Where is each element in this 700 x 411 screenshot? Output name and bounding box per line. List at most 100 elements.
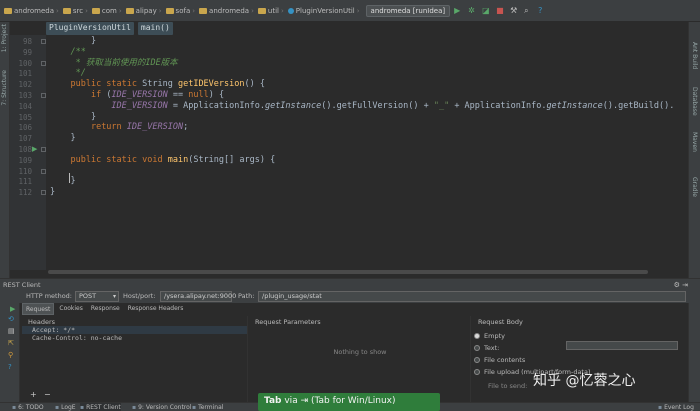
body-option-text[interactable]: Text: bbox=[474, 344, 499, 352]
statusbar-item[interactable]: ▪ REST Client bbox=[80, 403, 121, 411]
fold-icon[interactable] bbox=[41, 93, 46, 98]
help-icon[interactable]: ? bbox=[8, 363, 12, 371]
left-tab[interactable]: 7: Structure bbox=[1, 70, 8, 106]
code-line[interactable]: } bbox=[50, 133, 75, 143]
right-tab[interactable]: Database bbox=[691, 87, 698, 116]
run-icon[interactable]: ▶ bbox=[454, 6, 464, 16]
tab-response[interactable]: Response bbox=[88, 303, 123, 315]
debug-icon[interactable]: ✲ bbox=[468, 6, 478, 16]
header-line[interactable]: Accept: */* bbox=[22, 326, 247, 334]
code-line[interactable]: /** bbox=[50, 46, 86, 57]
build-icon[interactable]: ⚒ bbox=[510, 6, 520, 16]
run-config-select[interactable]: andromeda [runIdea] bbox=[365, 4, 451, 17]
path-input[interactable]: /plugin_usage/stat bbox=[258, 291, 686, 302]
toolbar-crumb[interactable]: util bbox=[257, 7, 279, 15]
back-icon[interactable]: ⟲ bbox=[8, 315, 14, 323]
statusbar-item[interactable]: ▪ 9: Version Control bbox=[132, 403, 191, 411]
code-token: getInstance bbox=[546, 100, 603, 111]
code-line[interactable]: } bbox=[50, 36, 96, 46]
history-icon[interactable]: ▤ bbox=[8, 327, 15, 335]
code-token: main bbox=[167, 154, 189, 165]
code-line[interactable]: * 获取当前使用的IDE版本 bbox=[50, 58, 178, 68]
rest-client-header: REST Client ⚙ ⇥ bbox=[0, 278, 700, 290]
line-number: 109 bbox=[18, 155, 32, 165]
statusbar-item[interactable]: ▪ Event Log bbox=[658, 403, 694, 411]
host-input[interactable]: /ysera.alipay.net:9000 bbox=[160, 291, 236, 302]
path-label: Path: bbox=[238, 292, 255, 300]
toolbar-crumb[interactable]: PluginVersionUtil bbox=[287, 7, 355, 15]
body-option-file[interactable]: File contents bbox=[474, 356, 525, 364]
crumb-class[interactable]: PluginVersionUtil bbox=[46, 22, 134, 35]
run-gutter-icon[interactable]: ▶ bbox=[32, 145, 37, 153]
filter-icon[interactable]: ⚲ bbox=[8, 351, 13, 359]
fold-icon[interactable] bbox=[41, 168, 46, 174]
stop-icon[interactable]: ■ bbox=[496, 6, 506, 16]
code-line[interactable]: */ bbox=[50, 68, 86, 78]
folder-icon bbox=[62, 7, 71, 14]
code-line[interactable]: } bbox=[50, 187, 55, 197]
crumb-label: sofa bbox=[175, 6, 191, 15]
export-icon[interactable]: ⇱ bbox=[8, 339, 14, 347]
line-number: 104 bbox=[18, 101, 32, 111]
tab-response-headers[interactable]: Response Headers bbox=[125, 303, 187, 315]
code-line[interactable]: public static String getIDEVersion() { bbox=[50, 79, 265, 89]
code-line[interactable]: public static void main(String[] args) { bbox=[50, 155, 275, 165]
search-icon[interactable]: ⌕ bbox=[524, 6, 534, 16]
toolbar-crumb[interactable]: com bbox=[91, 7, 117, 15]
code-token: /** bbox=[70, 46, 86, 57]
tab-cookies[interactable]: Cookies bbox=[56, 303, 86, 315]
editor-horizontal-scrollbar[interactable] bbox=[48, 270, 688, 275]
editor-gutter: 98 99 100 101 102 103 104 105 106 107 108 109 110 111… bbox=[10, 35, 46, 270]
body-option-empty[interactable]: Empty bbox=[474, 332, 505, 340]
coverage-icon[interactable]: ◪ bbox=[482, 6, 492, 16]
toolbar-crumb[interactable]: sofa bbox=[165, 6, 191, 15]
params-empty-text: Nothing to show bbox=[333, 348, 387, 356]
toolbar-crumb[interactable]: alipay bbox=[125, 7, 157, 15]
header-line[interactable]: Cache-Control: no-cache bbox=[22, 334, 247, 342]
radio-icon bbox=[474, 369, 480, 375]
code-line[interactable]: } bbox=[50, 176, 75, 186]
line-number: 108 bbox=[18, 145, 32, 154]
code-line[interactable]: if (IDE_VERSION == null) { bbox=[50, 90, 224, 100]
http-method-select[interactable]: POST ▾ bbox=[75, 291, 119, 302]
code-line[interactable]: } bbox=[50, 112, 96, 122]
code-line[interactable]: return IDE_VERSION; bbox=[50, 122, 188, 132]
run-icon[interactable]: ▶ bbox=[10, 305, 15, 313]
body-text-input[interactable] bbox=[566, 341, 678, 350]
statusbar-item[interactable]: ▪ Terminal bbox=[192, 403, 223, 411]
code-token: } bbox=[90, 36, 97, 46]
toolbar-crumb[interactable]: andromeda bbox=[4, 7, 54, 15]
right-tab[interactable]: Ant Build bbox=[691, 42, 698, 69]
tab-request[interactable]: Request bbox=[22, 303, 55, 315]
statusbar-item[interactable]: ▪ 6: TODO bbox=[12, 403, 44, 411]
watermark: 知乎 @忆蓉之心 bbox=[533, 373, 636, 389]
line-number: 103 bbox=[18, 91, 32, 100]
rest-request-bar: HTTP method: POST ▾ Host/port: /ysera.al… bbox=[0, 290, 700, 303]
right-tab[interactable]: Gradle bbox=[691, 177, 698, 197]
add-header-button[interactable]: + bbox=[30, 390, 37, 399]
right-tab[interactable]: Maven bbox=[691, 132, 698, 152]
left-tab[interactable]: 1: Project bbox=[1, 24, 8, 52]
statusbar-item[interactable]: ▪ LogE bbox=[55, 403, 76, 411]
tool-window-icon: ▪ bbox=[80, 404, 85, 411]
help-icon[interactable]: ? bbox=[538, 6, 548, 16]
folder-icon bbox=[125, 7, 134, 14]
fold-icon[interactable] bbox=[41, 190, 46, 196]
toolbar-crumb[interactable]: src bbox=[62, 7, 83, 15]
fold-icon[interactable] bbox=[41, 147, 46, 152]
scrollbar-thumb[interactable] bbox=[48, 270, 648, 274]
class-icon bbox=[287, 7, 294, 14]
remove-header-button[interactable]: − bbox=[44, 390, 51, 399]
crumb-separator: › bbox=[85, 6, 88, 15]
fold-icon[interactable] bbox=[41, 60, 46, 66]
crumb-method[interactable]: main() bbox=[137, 22, 173, 35]
fold-icon[interactable] bbox=[41, 39, 46, 44]
code-line[interactable]: IDE_VERSION = ApplicationInfo.getInstanc… bbox=[50, 101, 674, 111]
code-editor[interactable]: } /** * 获取当前使用的IDE版本 */ public static St… bbox=[50, 35, 688, 270]
toolbar-crumb[interactable]: andromeda bbox=[199, 7, 249, 15]
